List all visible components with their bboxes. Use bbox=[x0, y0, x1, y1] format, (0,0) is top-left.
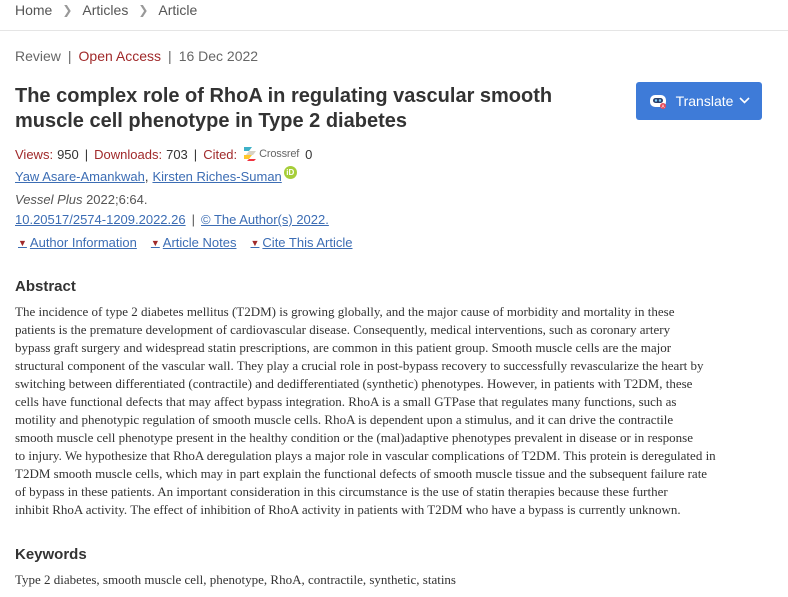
divider bbox=[0, 30, 788, 31]
downloads-label: Downloads: bbox=[94, 146, 163, 162]
caret-down-icon: ▼ bbox=[250, 237, 260, 248]
views-count: 950 bbox=[57, 146, 79, 162]
journal-citation: Vessel Plus 2022;6:64. bbox=[15, 192, 148, 207]
doi-link[interactable]: 10.20517/2574-1209.2022.26 bbox=[15, 212, 186, 227]
separator: | bbox=[193, 146, 198, 162]
publish-date: 16 Dec 2022 bbox=[178, 48, 259, 64]
separator: , bbox=[144, 169, 149, 184]
translate-label: Translate bbox=[675, 93, 734, 109]
crossref-logo: Crossref bbox=[243, 146, 299, 162]
article-toggles: ▼ Author Information ▼ Article Notes ▼ C… bbox=[18, 235, 367, 250]
abstract-line: smooth muscle cell phenotype present in … bbox=[15, 430, 693, 445]
keywords-text: Type 2 diabetes, smooth muscle cell, phe… bbox=[15, 572, 456, 587]
abstract-line: T2DM smooth muscle cells, which may in p… bbox=[15, 466, 708, 481]
orcid-icon[interactable]: iD bbox=[283, 166, 297, 179]
views-label: Views: bbox=[15, 146, 54, 162]
abstract-line: inhibit RhoA activity. The effect of inh… bbox=[15, 502, 681, 517]
article-type: Review bbox=[15, 48, 61, 64]
open-access-label: Open Access bbox=[78, 48, 162, 64]
article-meta: Review | Open Access | 16 Dec 2022 bbox=[15, 48, 258, 64]
abstract-heading: Abstract bbox=[15, 278, 76, 295]
abstract-text: The incidence of type 2 diabetes mellitu… bbox=[15, 303, 775, 519]
author-list: Yaw Asare-Amankwah , Kirsten Riches-Suma… bbox=[15, 166, 297, 184]
abstract-line: motility and phenotypic regulation of sm… bbox=[15, 412, 674, 427]
crossref-label: Crossref bbox=[259, 148, 300, 160]
author-information-toggle[interactable]: ▼ Author Information bbox=[18, 235, 137, 250]
cited-label: Cited: bbox=[203, 146, 238, 162]
keywords-heading: Keywords bbox=[15, 546, 87, 563]
toggle-label: Article Notes bbox=[162, 235, 237, 250]
abstract-line: The incidence of type 2 diabetes mellitu… bbox=[15, 304, 675, 319]
breadcrumb-articles[interactable]: Articles bbox=[82, 2, 128, 18]
abstract-line: switching between differentiated (contra… bbox=[15, 376, 693, 391]
author-link[interactable]: Yaw Asare-Amankwah bbox=[15, 169, 145, 184]
article-title: The complex role of RhoA in regulating v… bbox=[15, 85, 553, 132]
journal-name: Vessel Plus bbox=[15, 192, 83, 207]
cite-article-toggle[interactable]: ▼ Cite This Article bbox=[251, 235, 353, 250]
abstract-line: structural component of the vascular wal… bbox=[15, 358, 704, 373]
chevron-right-icon: ❯ bbox=[62, 3, 73, 17]
downloads-count: 703 bbox=[166, 146, 188, 162]
abstract-line: cells have functional defects that may a… bbox=[15, 394, 677, 409]
caret-down-icon: ▼ bbox=[18, 237, 27, 248]
abstract-line: bypass graft surgery and widespread stat… bbox=[15, 340, 672, 355]
author-link[interactable]: Kirsten Riches-Suman bbox=[152, 169, 281, 184]
journal-volume: 2022;6:64. bbox=[86, 192, 148, 207]
abstract-line: patients is the premature development of… bbox=[15, 322, 671, 337]
article-notes-toggle[interactable]: ▼ Article Notes bbox=[151, 235, 237, 250]
breadcrumb-current: Article bbox=[158, 2, 198, 18]
translate-button[interactable]: A Translate bbox=[636, 82, 762, 120]
separator: | bbox=[67, 48, 72, 64]
abstract-line: of bypass in these patients. An importan… bbox=[15, 484, 668, 499]
breadcrumb: Home ❯ Articles ❯ Article bbox=[15, 2, 197, 18]
separator: | bbox=[84, 146, 89, 162]
chevron-down-icon bbox=[739, 95, 750, 107]
abstract-line: to injury. We hypothesize that RhoA dere… bbox=[15, 448, 716, 463]
article-stats: Views: 950 | Downloads: 703 | Cited: Cro… bbox=[15, 144, 312, 164]
caret-down-icon: ▼ bbox=[150, 237, 160, 248]
toggle-label: Cite This Article bbox=[262, 235, 353, 250]
copyright-link[interactable]: © The Author(s) 2022. bbox=[201, 212, 329, 227]
separator: | bbox=[168, 48, 172, 64]
chevron-right-icon: ❯ bbox=[138, 3, 149, 17]
toggle-label: Author Information bbox=[29, 235, 137, 250]
robot-translate-icon: A bbox=[648, 92, 668, 110]
breadcrumb-home[interactable]: Home bbox=[15, 2, 52, 18]
cited-count: 0 bbox=[305, 146, 313, 162]
doi-line: 10.20517/2574-1209.2022.26 | © The Autho… bbox=[15, 212, 329, 227]
separator: | bbox=[191, 212, 195, 227]
